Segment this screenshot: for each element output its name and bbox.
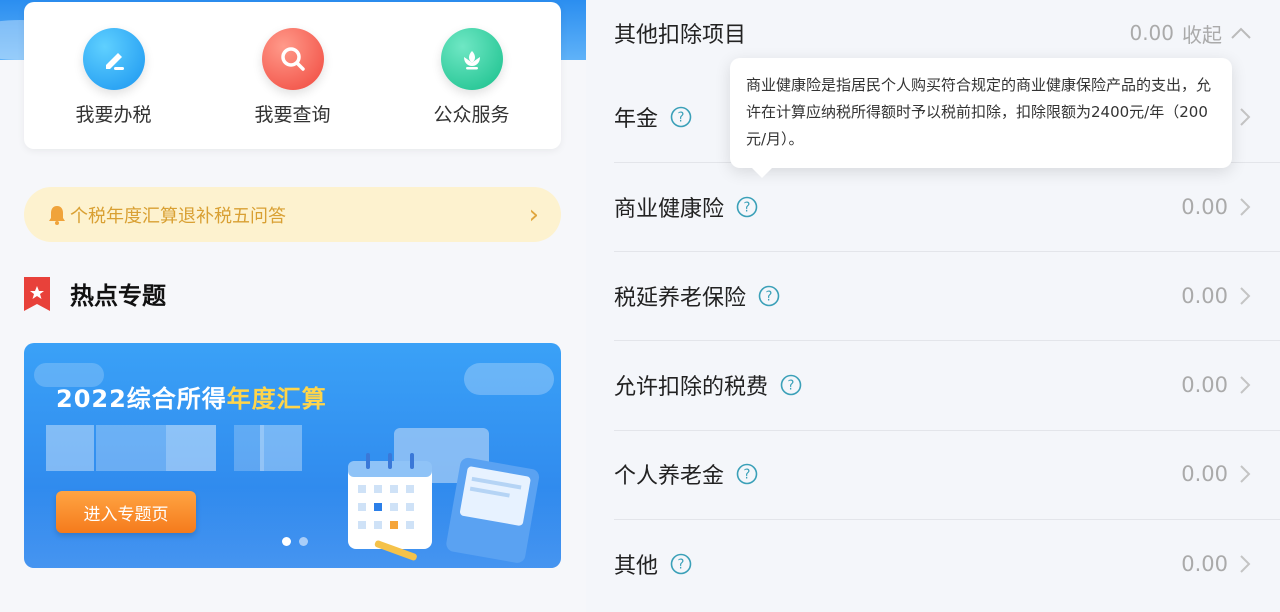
quick-actions-card: 我要办税 我要查询 公众服务 bbox=[24, 2, 561, 149]
bell-icon bbox=[49, 205, 65, 225]
hot-topics-header: 热点专题 bbox=[24, 276, 166, 311]
deduction-label: 商业健康险 bbox=[614, 197, 725, 222]
health-insurance-tooltip: 商业健康险是指居民个人购买符合规定的商业健康保险产品的支出，允许在计算应纳税所得… bbox=[730, 58, 1232, 178]
svg-text:?: ? bbox=[744, 201, 751, 216]
section-title: 热点专题 bbox=[70, 282, 166, 310]
edit-icon bbox=[82, 28, 145, 90]
carousel-dot[interactable] bbox=[299, 537, 308, 546]
notice-text: 个税年度汇算退补税五问答 bbox=[70, 205, 286, 227]
quick-action-tax-filing[interactable]: 我要办税 bbox=[44, 28, 184, 127]
carousel-dot[interactable] bbox=[282, 537, 291, 546]
carousel-indicator bbox=[282, 537, 308, 546]
banner-title-highlight: 年度汇算 bbox=[226, 385, 327, 413]
divider bbox=[614, 340, 1280, 341]
blurred-text bbox=[96, 425, 166, 471]
chevron-right-icon bbox=[1240, 465, 1251, 483]
blurred-text bbox=[260, 425, 302, 471]
help-icon[interactable]: ? bbox=[758, 285, 780, 307]
deduction-value: 0.00 bbox=[1181, 462, 1228, 486]
blurred-text bbox=[166, 425, 216, 471]
quick-action-label: 我要办税 bbox=[75, 104, 152, 126]
enter-topic-button[interactable]: 进入专题页 bbox=[56, 491, 196, 533]
divider bbox=[614, 251, 1280, 252]
deductions-total: 0.00 bbox=[1129, 21, 1174, 45]
deduction-value: 0.00 bbox=[1181, 284, 1228, 308]
quick-action-query[interactable]: 我要查询 bbox=[223, 28, 363, 127]
svg-text:?: ? bbox=[678, 111, 685, 126]
help-icon[interactable]: ? bbox=[670, 106, 692, 128]
cloud-decoration bbox=[464, 363, 554, 395]
deduction-label: 其他 bbox=[614, 554, 659, 579]
flower-icon bbox=[440, 28, 503, 90]
deduction-label: 允许扣除的税费 bbox=[614, 375, 769, 400]
help-icon[interactable]: ? bbox=[670, 553, 692, 575]
other-deductions-header[interactable]: 其他扣除项目 0.00 收起 bbox=[586, 8, 1280, 58]
svg-text:?: ? bbox=[766, 290, 773, 305]
deduction-row-personal-pension[interactable]: 个人养老金 ? 0.00 bbox=[586, 449, 1280, 499]
deduction-row-deductible-taxes[interactable]: 允许扣除的税费 ? 0.00 bbox=[586, 360, 1280, 410]
deductions-header-value: 0.00 收起 bbox=[1129, 19, 1252, 48]
chevron-right-icon: › bbox=[528, 199, 539, 230]
bookmark-star-icon bbox=[24, 276, 50, 311]
deduction-row-health-insurance[interactable]: 商业健康险 ? 0.00 bbox=[586, 182, 1280, 232]
chevron-up-icon bbox=[1231, 27, 1251, 39]
deduction-value: 0.00 bbox=[1181, 195, 1228, 219]
deduction-row-tax-deferred-pension[interactable]: 税延养老保险 ? 0.00 bbox=[586, 271, 1280, 321]
calendar-illustration bbox=[348, 428, 540, 563]
deduction-label: 个人养老金 bbox=[614, 464, 725, 489]
banner-title: 2022综合所得年度汇算 bbox=[56, 379, 327, 414]
topic-banner[interactable]: 2022综合所得年度汇算 进入专题页 bbox=[24, 343, 561, 568]
collapse-toggle[interactable]: 收起 bbox=[1182, 19, 1222, 48]
deduction-label: 税延养老保险 bbox=[614, 286, 747, 311]
deduction-label: 年金 bbox=[614, 107, 659, 132]
help-icon[interactable]: ? bbox=[736, 196, 758, 218]
help-icon[interactable]: ? bbox=[736, 463, 758, 485]
help-icon[interactable]: ? bbox=[780, 374, 802, 396]
deduction-row-other[interactable]: 其他 ? 0.00 bbox=[586, 539, 1280, 589]
deductions-header-label: 其他扣除项目 bbox=[614, 23, 747, 48]
chevron-right-icon bbox=[1240, 198, 1251, 216]
deduction-value: 0.00 bbox=[1181, 552, 1228, 576]
chevron-right-icon bbox=[1240, 287, 1251, 305]
search-icon bbox=[261, 28, 324, 90]
chevron-right-icon bbox=[1240, 555, 1251, 573]
svg-text:?: ? bbox=[744, 468, 751, 483]
svg-text:?: ? bbox=[678, 558, 685, 573]
chevron-right-icon bbox=[1240, 108, 1251, 126]
divider bbox=[614, 430, 1280, 431]
home-panel: 我要办税 我要查询 公众服务 个税年度汇算退补税五问答 › 热点专题 2022综… bbox=[0, 0, 586, 612]
quick-action-label: 我要查询 bbox=[254, 104, 331, 126]
quick-action-label: 公众服务 bbox=[433, 104, 510, 126]
svg-text:?: ? bbox=[788, 379, 795, 394]
divider bbox=[614, 519, 1280, 520]
chevron-right-icon bbox=[1240, 376, 1251, 394]
banner-title-prefix: 2022综合所得 bbox=[56, 385, 227, 413]
deduction-value: 0.00 bbox=[1181, 373, 1228, 397]
blurred-text bbox=[46, 425, 94, 471]
quick-action-public-service[interactable]: 公众服务 bbox=[402, 28, 542, 127]
notice-bar[interactable]: 个税年度汇算退补税五问答 › bbox=[24, 187, 561, 242]
